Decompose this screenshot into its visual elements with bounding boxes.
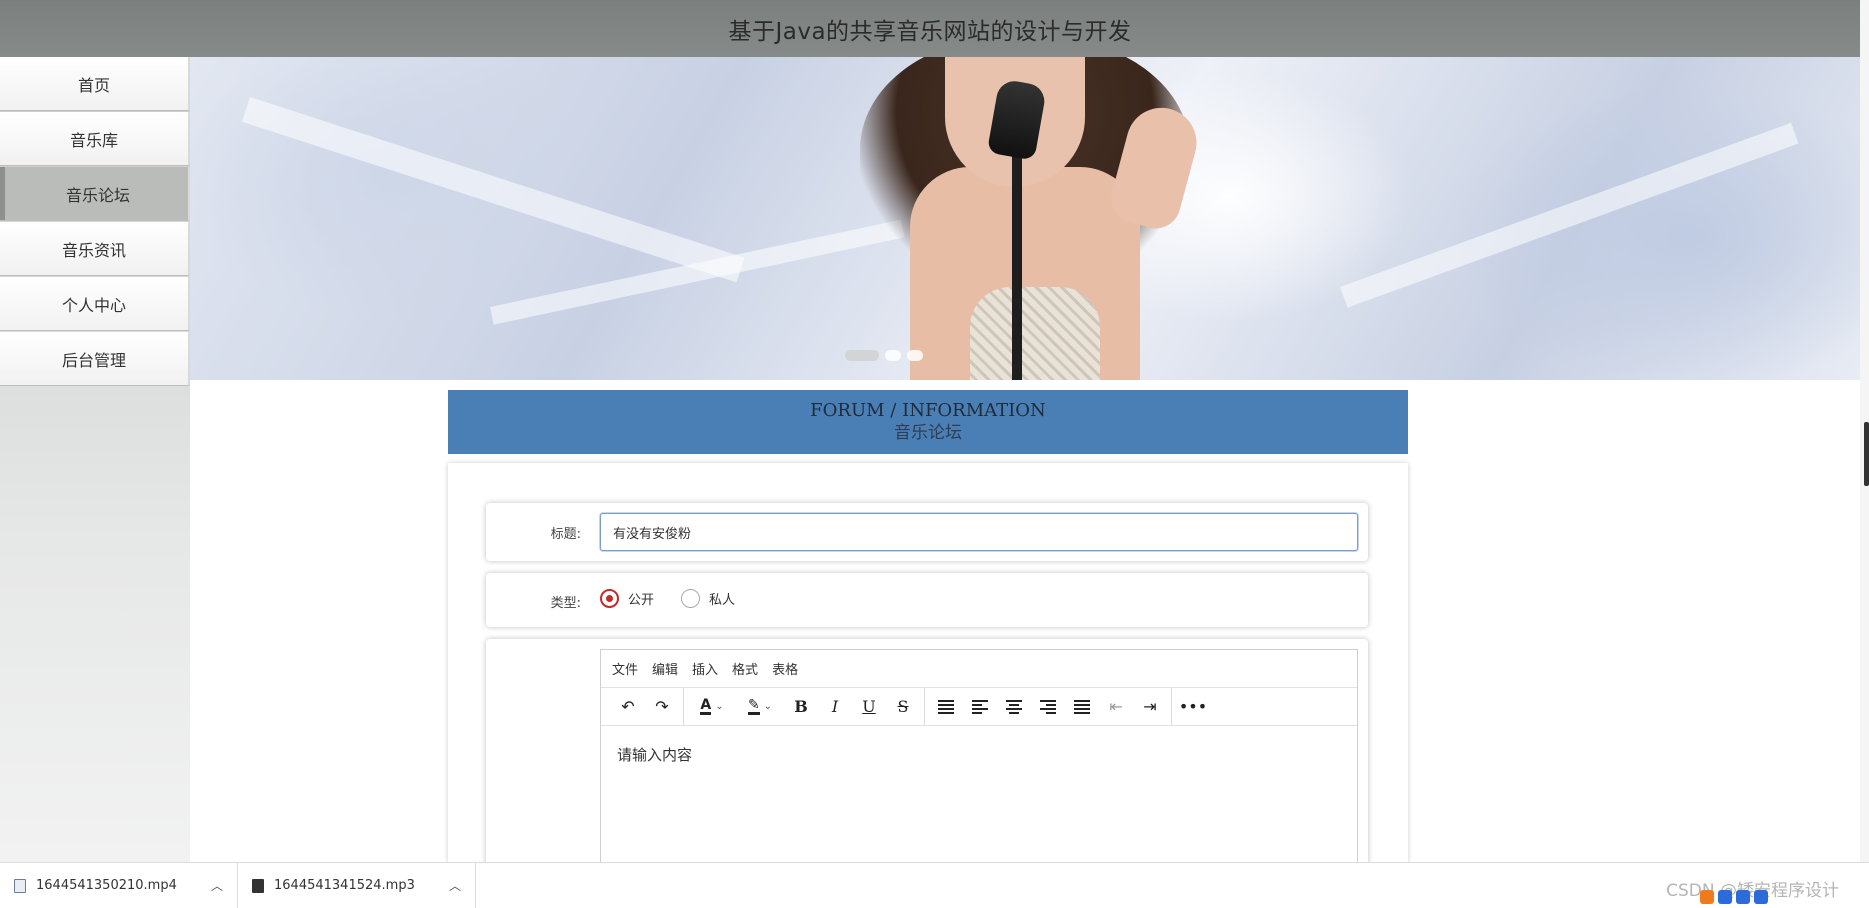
sidebar-item-music-forum[interactable]: 音乐论坛 bbox=[0, 167, 190, 221]
type-public-radio[interactable]: 公开 bbox=[600, 589, 654, 608]
align-left-icon[interactable] bbox=[963, 692, 997, 722]
radio-checked-icon bbox=[600, 589, 619, 608]
history-group: ↶ ↷ bbox=[607, 688, 684, 725]
video-file-icon bbox=[14, 878, 26, 893]
italic-icon[interactable]: I bbox=[818, 692, 852, 722]
sidebar-item-music-library[interactable]: 音乐库 bbox=[0, 112, 190, 166]
type-label: 类型: bbox=[550, 596, 581, 611]
align-right-icon[interactable] bbox=[1031, 692, 1065, 722]
font-color-icon[interactable]: A ⌄ bbox=[688, 692, 736, 722]
audio-file-icon bbox=[252, 878, 265, 893]
sidebar-item-home[interactable]: 首页 bbox=[0, 57, 190, 111]
radio-unchecked-icon bbox=[681, 589, 700, 608]
stage-light bbox=[490, 219, 905, 325]
align-group: ⇤ ⇥ bbox=[925, 688, 1172, 725]
sidebar-item-music-news[interactable]: 音乐资讯 bbox=[0, 222, 190, 276]
title-input[interactable] bbox=[600, 513, 1358, 551]
tray-icon[interactable] bbox=[1754, 890, 1768, 904]
radio-label: 私人 bbox=[709, 593, 736, 608]
forum-section-header: FORUM / INFORMATION 音乐论坛 bbox=[448, 390, 1408, 454]
stage-light bbox=[1340, 122, 1799, 308]
highlight-icon[interactable]: ✎ ⌄ bbox=[736, 692, 784, 722]
scrollbar-thumb[interactable] bbox=[1864, 422, 1869, 486]
type-form-row: 类型: 公开 私人 bbox=[486, 573, 1368, 627]
align-justify-icon[interactable] bbox=[1065, 692, 1099, 722]
menu-insert[interactable]: 插入 bbox=[692, 659, 718, 678]
post-form-panel: 标题: 类型: 公开 私人 文件 编辑 插入 格式 表格 ↶ ↷ bbox=[448, 463, 1408, 879]
sidebar-item-label: 音乐库 bbox=[69, 130, 118, 150]
editor-menubar: 文件 编辑 插入 格式 表格 bbox=[601, 650, 1357, 688]
sidebar-item-admin[interactable]: 后台管理 bbox=[0, 332, 190, 386]
title-label: 标题: bbox=[550, 527, 581, 542]
type-private-radio[interactable]: 私人 bbox=[681, 589, 735, 608]
indent-icon[interactable]: ⇥ bbox=[1133, 692, 1167, 722]
undo-icon[interactable]: ↶ bbox=[611, 692, 645, 722]
system-tray bbox=[1700, 890, 1768, 904]
chevron-up-icon[interactable]: ︿ bbox=[449, 877, 461, 894]
outdent-icon[interactable]: ⇤ bbox=[1099, 692, 1133, 722]
editor-toolbar: ↶ ↷ A ⌄ ✎ ⌄ B I U S ⇤ ⇥ ••• bbox=[601, 688, 1357, 726]
tray-icon[interactable] bbox=[1736, 890, 1750, 904]
stage-light bbox=[241, 97, 745, 283]
content-form-row: 文件 编辑 插入 格式 表格 ↶ ↷ A ⌄ ✎ ⌄ B I U S ⇤ ⇥ •… bbox=[486, 639, 1368, 879]
ime-icon[interactable] bbox=[1700, 890, 1714, 904]
microphone-stand bbox=[1012, 137, 1022, 380]
downloads-bar: 1644541350210.mp4 ︿ 1644541341524.mp3 ︿ bbox=[0, 862, 1869, 908]
align-center-icon[interactable] bbox=[997, 692, 1031, 722]
format-group: A ⌄ ✎ ⌄ B I U S bbox=[684, 688, 925, 725]
sidebar-item-label: 后台管理 bbox=[61, 350, 126, 370]
radio-label: 公开 bbox=[628, 593, 655, 608]
title-form-row: 标题: bbox=[486, 503, 1368, 561]
more-icon[interactable]: ••• bbox=[1176, 692, 1210, 722]
sidebar-item-label: 音乐资讯 bbox=[61, 240, 126, 260]
top-header-bar: 基于Java的共享音乐网站的设计与开发 bbox=[0, 0, 1860, 57]
more-group: ••• bbox=[1172, 688, 1214, 725]
banner-carousel[interactable] bbox=[190, 57, 1860, 380]
line-height-icon[interactable] bbox=[929, 692, 963, 722]
carousel-dot[interactable] bbox=[907, 350, 923, 361]
sidebar-item-personal-center[interactable]: 个人中心 bbox=[0, 277, 190, 331]
menu-file[interactable]: 文件 bbox=[612, 659, 638, 678]
download-item[interactable]: 1644541341524.mp3 ︿ bbox=[238, 862, 477, 908]
carousel-dot[interactable] bbox=[845, 350, 879, 361]
redo-icon[interactable]: ↷ bbox=[645, 692, 679, 722]
sidebar-item-label: 首页 bbox=[77, 75, 110, 95]
forum-heading-en: FORUM / INFORMATION bbox=[810, 400, 1046, 421]
sidebar-item-label: 音乐论坛 bbox=[65, 185, 130, 205]
sidebar-item-label: 个人中心 bbox=[61, 295, 126, 315]
menu-edit[interactable]: 编辑 bbox=[652, 659, 678, 678]
rich-text-editor: 文件 编辑 插入 格式 表格 ↶ ↷ A ⌄ ✎ ⌄ B I U S ⇤ ⇥ •… bbox=[600, 649, 1358, 879]
underline-icon[interactable]: U bbox=[852, 692, 886, 722]
forum-heading-cn: 音乐论坛 bbox=[894, 423, 962, 443]
carousel-dot[interactable] bbox=[885, 350, 901, 361]
singer-image bbox=[970, 287, 1100, 380]
download-filename: 1644541341524.mp3 bbox=[274, 878, 415, 893]
download-item[interactable]: 1644541350210.mp4 ︿ bbox=[0, 862, 239, 908]
menu-format[interactable]: 格式 bbox=[732, 659, 758, 678]
menu-table[interactable]: 表格 bbox=[772, 659, 798, 678]
editor-content-area[interactable]: 请输入内容 bbox=[601, 726, 1357, 783]
sidebar-nav: 首页 音乐库 音乐论坛 音乐资讯 个人中心 后台管理 bbox=[0, 57, 190, 862]
download-filename: 1644541350210.mp4 bbox=[36, 878, 177, 893]
strikethrough-icon[interactable]: S bbox=[886, 692, 920, 722]
site-title: 基于Java的共享音乐网站的设计与开发 bbox=[728, 18, 1132, 45]
bold-icon[interactable]: B bbox=[784, 692, 818, 722]
tray-icon[interactable] bbox=[1718, 890, 1732, 904]
chevron-up-icon[interactable]: ︿ bbox=[211, 877, 223, 894]
carousel-indicators bbox=[845, 350, 923, 361]
editor-placeholder: 请输入内容 bbox=[617, 746, 693, 764]
